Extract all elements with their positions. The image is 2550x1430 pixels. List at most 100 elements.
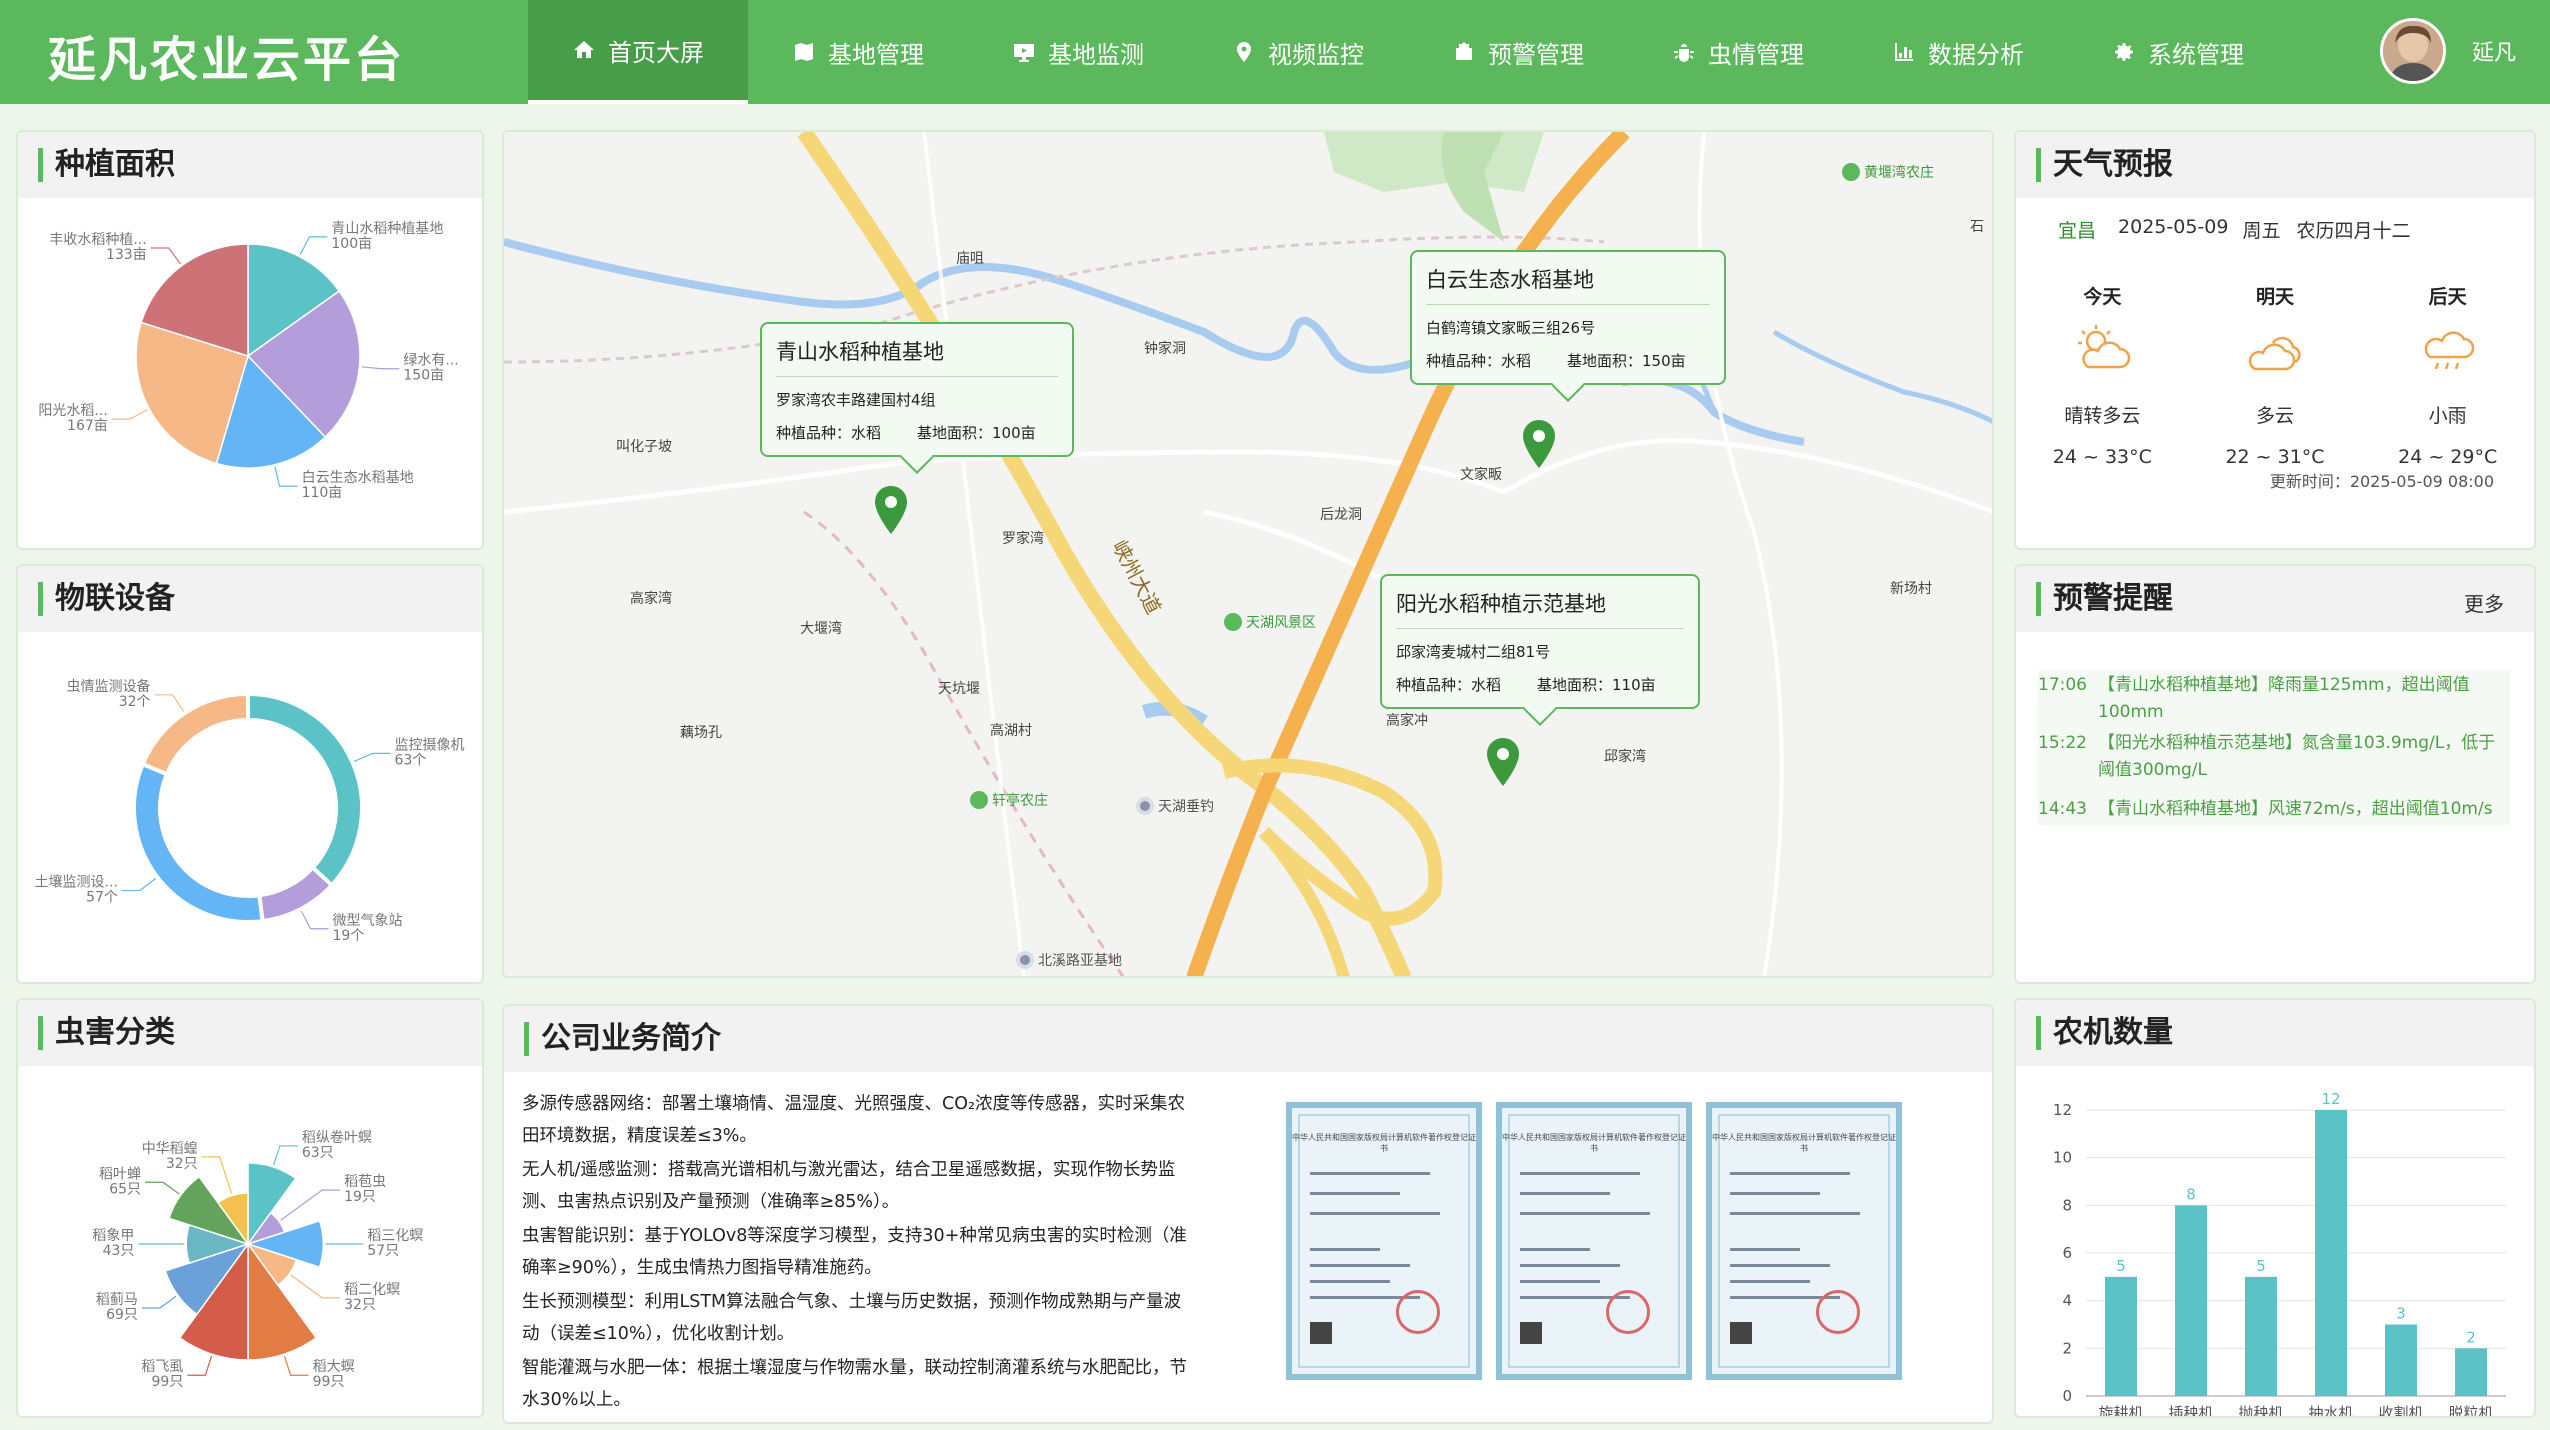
base-crop: 种植品种：水稻: [1426, 352, 1532, 370]
slice-label: 阳光水稻...: [38, 403, 107, 419]
base-crop: 种植品种：水稻: [1396, 676, 1502, 694]
alert-item[interactable]: 14:43 【青山水稻种植基地】风速72m/s，超出阈值10m/s: [2038, 794, 2510, 825]
map-pin-icon[interactable]: [874, 486, 908, 534]
bar-value-label: 8: [2186, 1185, 2196, 1203]
map-pin-icon[interactable]: [1522, 420, 1556, 468]
base-name: 白云生态水稻基地: [1426, 264, 1710, 305]
x-tick-label: 收割机: [2378, 1404, 2423, 1416]
certificate-image[interactable]: 中华人民共和国国家版权局计算机软件著作权登记证书: [1496, 1102, 1692, 1380]
base-name: 青山水稻种植基地: [776, 336, 1058, 377]
certificate-image[interactable]: 中华人民共和国国家版权局计算机软件著作权登记证书: [1286, 1102, 1482, 1380]
base-address: 罗家湾农丰路建国村4组: [776, 391, 936, 409]
certificate-image[interactable]: 中华人民共和国国家版权局计算机软件著作权登记证书: [1706, 1102, 1902, 1380]
bug-icon: [1674, 44, 1694, 62]
base-callout-baiyun[interactable]: 白云生态水稻基地 白鹤湾镇文家畈三组26号 种植品种：水稻 基地面积：150亩: [1410, 250, 1726, 385]
bar[interactable]: [2315, 1110, 2347, 1396]
bar[interactable]: [2385, 1324, 2417, 1397]
map-panel[interactable]: 庙咀 钟家洞 叫化子坡 罗家湾 高家湾 大堰湾 后龙洞 文家畈 天坑堰 高湖村 …: [502, 130, 1994, 978]
slice-value: 69只: [106, 1307, 138, 1323]
bar[interactable]: [2455, 1348, 2487, 1396]
user-menu[interactable]: 延凡: [2379, 18, 2516, 84]
poi-scenic[interactable]: 天湖风景区: [1224, 612, 1316, 632]
chart-slice[interactable]: [257, 864, 335, 924]
alert-item[interactable]: 15:22 【阳光水稻种植示范基地】氮含量103.9mg/L，低于阈值300mg…: [2038, 728, 2510, 786]
iot-donut-chart: 监控摄像机63个微型气象站19个 土壤监测设...57个 虫情监测设备32个: [35, 678, 465, 944]
label-line: [150, 247, 182, 265]
y-tick-label: 8: [2062, 1196, 2072, 1214]
nav-pest[interactable]: 虫情管理: [1628, 0, 1848, 104]
x-tick-label: 抽水机: [2308, 1404, 2353, 1416]
y-tick-label: 0: [2062, 1387, 2072, 1405]
gear-icon: [2115, 43, 2133, 61]
base-callout-qingshan[interactable]: 青山水稻种植基地 罗家湾农丰路建国村4组 种植品种：水稻 基地面积：100亩: [760, 322, 1074, 457]
bar[interactable]: [2245, 1276, 2277, 1396]
intro-paragraph: 虫害智能识别：基于YOLOv8等深度学习模型，支持30+种常见病虫害的实时检测（…: [522, 1226, 1187, 1278]
poi-fishing[interactable]: 天湖垂钓: [1136, 796, 1214, 816]
base-area: 基地面积：150亩: [1567, 352, 1686, 370]
label-line: [290, 1274, 341, 1299]
slice-label: 绿水有...: [403, 353, 458, 369]
more-link[interactable]: 更多: [2464, 588, 2504, 617]
place-label: 庙咀: [956, 251, 984, 267]
nav-warning[interactable]: 预警管理: [1408, 0, 1628, 104]
map-canvas[interactable]: [504, 132, 1994, 978]
slice-value: 133亩: [106, 246, 147, 263]
location-icon: [1237, 42, 1251, 62]
chart-slice[interactable]: [132, 761, 265, 924]
weather-date-line: 宜昌 2025-05-09 周五 农历四月十二: [2058, 216, 2410, 243]
base-callout-yangguang[interactable]: 阳光水稻种植示范基地 邱家湾麦城村二组81号 种植品种：水稻 基地面积：110亩: [1380, 574, 1700, 709]
nav-base-management[interactable]: 基地管理: [748, 0, 968, 104]
poi-icon: [970, 791, 988, 809]
bar[interactable]: [2175, 1205, 2207, 1396]
label-line: [280, 1189, 341, 1221]
slice-label: 稻纵卷叶螟: [302, 1130, 372, 1146]
place-label: 叫化子坡: [616, 439, 672, 455]
y-tick-label: 6: [2062, 1244, 2072, 1262]
bar-value-label: 5: [2116, 1257, 2126, 1275]
place-label: 大堰湾: [800, 621, 842, 637]
weather-weekday: 周五: [2242, 220, 2281, 242]
slice-label: 稻叶蝉: [99, 1166, 141, 1182]
avatar[interactable]: [2379, 18, 2446, 84]
place-label: 高湖村: [990, 723, 1032, 739]
slice-label: 稻象甲: [92, 1228, 134, 1244]
label-line: [145, 1181, 180, 1195]
machinery-bar-chart: 0 2 4 6 8 10 12 5 旋耕机 8 插秧机 5 抛秧机 12 抽水机 3 收割机 2 脱粒机: [2053, 1090, 2506, 1416]
nav-system[interactable]: 系统管理: [2068, 0, 2288, 104]
slice-value: 65只: [109, 1181, 141, 1197]
slice-label: 稻大螟: [313, 1359, 355, 1375]
x-tick-label: 脱粒机: [2448, 1404, 2493, 1416]
chart-slice[interactable]: [246, 691, 364, 889]
main-nav: 首页大屏 基地管理 基地监测 视频监控 预警管理 虫情管理 数据分析 系统管理: [528, 0, 2288, 104]
poi-farm[interactable]: 黄堰湾农庄: [1842, 162, 1934, 182]
bar-value-label: 2: [2466, 1328, 2476, 1346]
nav-analysis[interactable]: 数据分析: [1848, 0, 2068, 104]
nav-home[interactable]: 首页大屏: [528, 0, 748, 104]
company-intro-panel: 公司业务简介 多源传感器网络：部署土壤墒情、温湿度、光照强度、CO₂浓度等传感器…: [502, 1004, 1994, 1424]
place-label: 石: [1970, 219, 1984, 235]
map-pin-icon[interactable]: [1486, 738, 1520, 786]
x-tick-label: 插秧机: [2168, 1404, 2213, 1416]
base-address: 邱家湾麦城村二组81号: [1396, 643, 1551, 661]
intro-paragraph: 生长预测模型：利用LSTM算法融合气象、土壤与历史数据，预测作物成熟期与产量波动…: [522, 1292, 1182, 1344]
nav-base-monitoring[interactable]: 基地监测: [968, 0, 1188, 104]
base-area: 基地面积：110亩: [1537, 676, 1656, 694]
slice-label: 监控摄像机: [395, 737, 465, 753]
bar[interactable]: [2105, 1276, 2137, 1396]
poi-fishing[interactable]: 北溪路亚基地: [1016, 950, 1122, 970]
forecast-day: 明天 多云 22 ~ 31°C: [2225, 286, 2325, 468]
nav-video[interactable]: 视频监控: [1188, 0, 1408, 104]
top-header: 延凡农业云平台 首页大屏 基地管理 基地监测 视频监控 预警管理 虫情管理 数据…: [0, 0, 2550, 104]
alert-item[interactable]: 17:06 【青山水稻种植基地】降雨量125mm，超出阈值100mm: [2038, 670, 2510, 728]
map-icon: [795, 43, 813, 61]
label-line: [154, 694, 185, 712]
slice-value: 32只: [344, 1297, 376, 1313]
slice-value: 57个: [86, 890, 118, 906]
slice-label: 稻苞虫: [344, 1173, 386, 1190]
poi-farm[interactable]: 轩亭农庄: [970, 790, 1048, 810]
slice-label: 青山水稻种植基地: [331, 220, 443, 237]
chart-slice[interactable]: [140, 691, 250, 777]
bar-value-label: 12: [2321, 1090, 2340, 1108]
panel-title: 预警提醒: [2036, 582, 2173, 616]
place-label: 高家冲: [1386, 713, 1428, 729]
